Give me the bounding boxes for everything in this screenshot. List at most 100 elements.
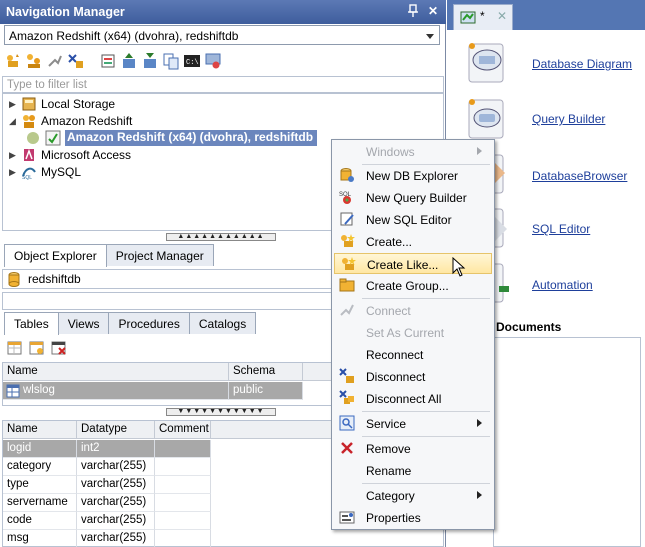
- column-comment-cell[interactable]: [155, 440, 211, 458]
- editor-tab[interactable]: * ✕: [453, 4, 513, 30]
- menu-item-create-group[interactable]: Create Group...: [334, 275, 492, 296]
- menu-item-create[interactable]: Create...: [334, 231, 492, 252]
- splitter-handle[interactable]: ▼▼▼▼▼▼▼▼▼▼▼: [166, 408, 276, 416]
- menu-item-new-db-explorer[interactable]: New DB Explorer: [334, 165, 492, 186]
- menu-item-remove[interactable]: Remove: [334, 438, 492, 459]
- expand-icon[interactable]: ▶: [9, 167, 17, 177]
- tree-item-redshift-connection[interactable]: Amazon Redshift (x64) (dvohra), redshift…: [25, 129, 318, 146]
- column-type-cell[interactable]: varchar(255): [77, 494, 155, 512]
- column-type-cell[interactable]: varchar(255): [77, 512, 155, 530]
- menu-item-disconnect-all[interactable]: Disconnect All: [334, 388, 492, 409]
- table-schema[interactable]: public: [229, 382, 303, 400]
- tree-item-local-storage[interactable]: ▶ Local Storage: [9, 95, 115, 112]
- column-type-cell[interactable]: varchar(255): [77, 530, 155, 547]
- pin-icon[interactable]: [406, 4, 420, 18]
- disconnect-all-icon: [339, 390, 355, 406]
- tree-item-mysql[interactable]: ▶ SQL MySQL: [9, 163, 82, 181]
- delete-table-icon[interactable]: [50, 339, 68, 357]
- menu-item-properties[interactable]: Properties: [334, 507, 492, 528]
- menu-item-disconnect[interactable]: Disconnect: [334, 366, 492, 387]
- column-name-cell[interactable]: code: [3, 512, 77, 530]
- column-comment-cell[interactable]: [155, 476, 211, 494]
- tree-item-microsoft-access[interactable]: ▶ Microsoft Access: [9, 146, 131, 163]
- access-database-icon: [21, 147, 37, 163]
- table-name: wlslog: [23, 384, 55, 396]
- menu-item-category[interactable]: Category: [334, 485, 492, 506]
- import-icon[interactable]: [120, 52, 138, 70]
- menu-item-new-sql-editor[interactable]: New SQL Editor: [334, 209, 492, 230]
- connection-select[interactable]: Amazon Redshift (x64) (dvohra), redshift…: [4, 25, 440, 45]
- menu-item-reconnect[interactable]: Reconnect: [334, 344, 492, 365]
- column-comment-cell[interactable]: [155, 458, 211, 476]
- connection-context-menu: Windows New DB Explorer SQL New Query Bu…: [331, 139, 495, 530]
- new-connection-icon[interactable]: [4, 52, 22, 70]
- menu-item-rename[interactable]: Rename: [334, 460, 492, 481]
- local-storage-icon: [21, 96, 37, 112]
- copy-icon[interactable]: [162, 52, 180, 70]
- menu-item-service[interactable]: Service: [334, 413, 492, 434]
- tab-project-manager[interactable]: Project Manager: [105, 244, 214, 266]
- connect-icon: [339, 302, 355, 318]
- column-name-cell[interactable]: type: [3, 476, 77, 494]
- menu-item-connect[interactable]: Connect: [334, 300, 492, 321]
- menu-item-create-like[interactable]: Create Like...: [334, 253, 492, 274]
- new-group-icon[interactable]: [25, 52, 43, 70]
- panel-title: Navigation Manager: [6, 5, 125, 19]
- column-comment-cell[interactable]: [155, 530, 211, 547]
- expand-icon[interactable]: ▶: [9, 99, 17, 109]
- tab-procedures[interactable]: Procedures: [108, 312, 190, 334]
- console-icon[interactable]: C:\: [183, 52, 201, 70]
- menu-item-set-as-current[interactable]: Set As Current: [334, 322, 492, 343]
- collapse-icon[interactable]: ◢: [9, 116, 17, 126]
- column-header-datatype[interactable]: Datatype: [77, 421, 155, 439]
- properties-icon[interactable]: [99, 52, 117, 70]
- splitter-handle[interactable]: ▲▲▲▲▲▲▲▲▲▲▲: [166, 233, 276, 241]
- expand-icon[interactable]: ▶: [9, 150, 17, 160]
- automation-link[interactable]: Automation: [532, 278, 593, 292]
- filter-input[interactable]: Type to filter list: [2, 76, 444, 93]
- column-header-schema[interactable]: Schema: [229, 363, 303, 381]
- connect-icon[interactable]: [46, 52, 64, 70]
- column-type-cell[interactable]: varchar(255): [77, 458, 155, 476]
- tab-views[interactable]: Views: [57, 312, 110, 334]
- query-builder-icon: SQL: [339, 189, 355, 205]
- tree-item-amazon-redshift[interactable]: ◢ Amazon Redshift: [9, 112, 132, 129]
- column-comment-cell[interactable]: [155, 494, 211, 512]
- tree-item-label: Microsoft Access: [41, 147, 132, 162]
- column-header-name[interactable]: Name: [3, 421, 77, 439]
- tree-item-label: MySQL: [41, 164, 82, 179]
- database-browser-link[interactable]: DatabaseBrowser: [532, 169, 627, 183]
- close-tab-icon[interactable]: ✕: [497, 9, 507, 23]
- menu-item-label: Create Group...: [366, 279, 449, 293]
- export-icon[interactable]: [141, 52, 159, 70]
- close-icon[interactable]: ✕: [426, 4, 440, 18]
- menu-item-new-query-builder[interactable]: SQL New Query Builder: [334, 187, 492, 208]
- properties-icon: [339, 509, 355, 525]
- sql-editor-link[interactable]: SQL Editor: [532, 222, 590, 236]
- settings-icon[interactable]: [204, 52, 222, 70]
- documents-list[interactable]: [493, 337, 641, 547]
- disconnect-icon[interactable]: [67, 52, 85, 70]
- column-name-cell[interactable]: servername: [3, 494, 77, 512]
- column-comment-cell[interactable]: [155, 512, 211, 530]
- create-like-table-icon[interactable]: [28, 339, 46, 357]
- menu-item-windows[interactable]: Windows: [334, 141, 492, 162]
- column-header-name[interactable]: Name: [3, 363, 229, 381]
- query-builder-link[interactable]: Query Builder: [532, 112, 605, 126]
- column-type-cell[interactable]: varchar(255): [77, 476, 155, 494]
- column-name-cell[interactable]: category: [3, 458, 77, 476]
- menu-item-label: Windows: [366, 145, 415, 159]
- column-name-cell[interactable]: logid: [3, 440, 77, 458]
- new-table-icon[interactable]: [6, 339, 24, 357]
- menu-item-label: Properties: [366, 511, 421, 525]
- column-name-cell[interactable]: msg: [3, 530, 77, 547]
- tab-catalogs[interactable]: Catalogs: [188, 312, 257, 334]
- table-row[interactable]: wlslog: [3, 382, 229, 400]
- tab-tables[interactable]: Tables: [4, 312, 59, 335]
- database-diagram-link[interactable]: Database Diagram: [532, 57, 632, 71]
- tab-object-explorer[interactable]: Object Explorer: [4, 244, 107, 267]
- column-type-cell[interactable]: int2: [77, 440, 155, 458]
- column-header-comment[interactable]: Comment: [155, 421, 211, 439]
- submenu-arrow-icon: [477, 147, 482, 155]
- svg-text:C:\: C:\: [186, 59, 199, 67]
